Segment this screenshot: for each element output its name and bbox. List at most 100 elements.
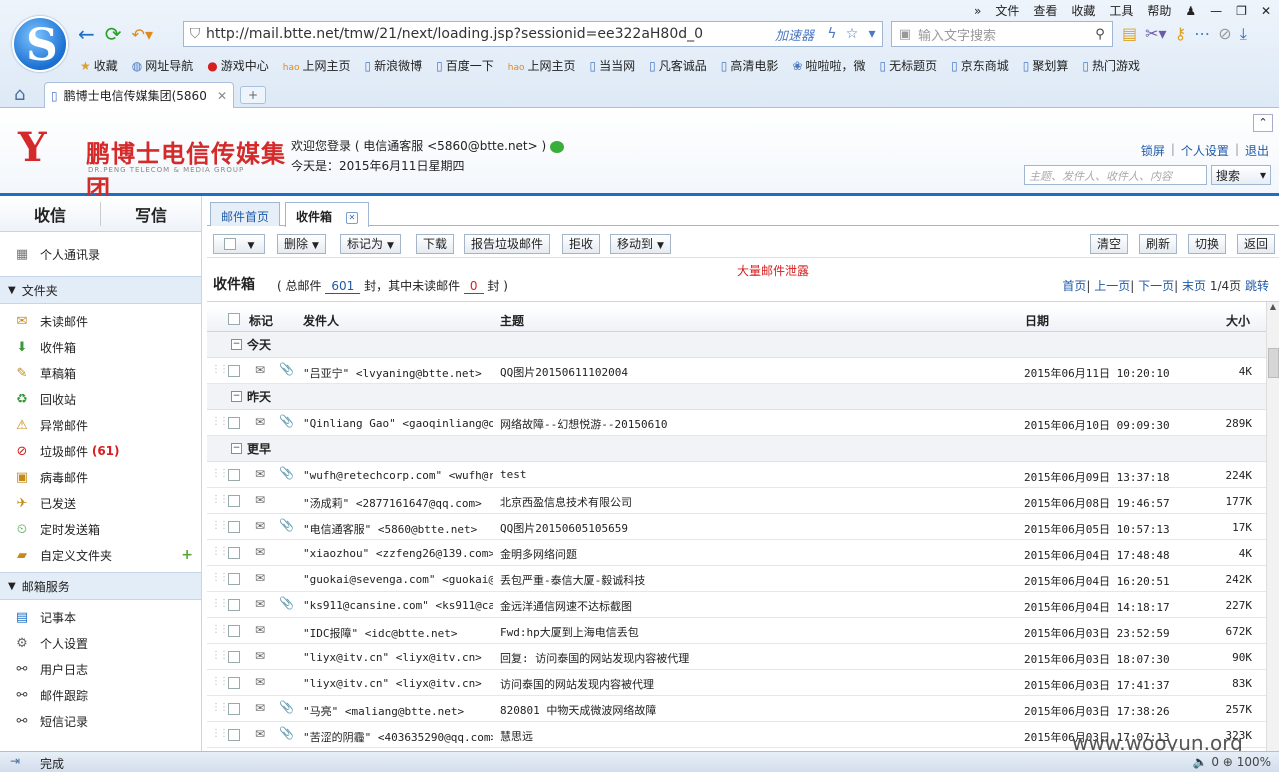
row-subject[interactable]: 回复: 访问泰国的网站发现内容被代理 — [500, 650, 1000, 666]
tab-mail-home[interactable]: 邮件首页 — [210, 202, 281, 226]
sidebar-item-notebook[interactable]: ▤ 记事本 — [0, 604, 201, 630]
chevron-down-icon[interactable]: ▾ — [1260, 168, 1266, 182]
table-row[interactable]: ⋮⋮ ✉ "汤成莉" <2877161647@qq.com> 北京西盈信息技术有限公司… — [207, 488, 1266, 514]
sidebar-item-settings[interactable]: ⚙ 个人设置 — [0, 630, 201, 656]
table-row[interactable]: ⋮⋮ ✉ "guokai@sevenga.com" <guokai@… 丢包严重-泰信… — [207, 566, 1266, 592]
group-header[interactable]: − 更早 — [207, 436, 1266, 462]
menu-tools[interactable]: 工具 — [1109, 2, 1133, 19]
collapse-icon[interactable]: − — [231, 339, 242, 350]
mail-search-button[interactable]: 搜索 ▾ — [1211, 165, 1271, 185]
browser-search-input[interactable]: 输入文字搜索 — [918, 25, 1088, 44]
address-bar[interactable]: ⛉ http://mail.btte.net/tmw/21/next/loadi… — [183, 21, 883, 47]
sidebar-item-trash[interactable]: ♻ 回收站 — [0, 386, 201, 412]
fav-item[interactable]: ▯ 百度一下 — [436, 57, 494, 74]
row-sender[interactable]: "liyx@itv.cn" <liyx@itv.cn> — [303, 651, 493, 664]
prev-page-link[interactable]: 上一页 — [1094, 279, 1130, 293]
fav-item[interactable]: ❀ 啦啦啦，微 — [792, 57, 865, 74]
sidebar-item-log[interactable]: ⚯ 用户日志 — [0, 656, 201, 682]
fav-item[interactable]: ▯ 京东商城 — [951, 57, 1009, 74]
row-sender[interactable]: "IDC报障" <idc@btte.net> — [303, 625, 493, 641]
folders-section-header[interactable]: ▼ 文件夹 — [0, 276, 201, 304]
menu-favorites[interactable]: 收藏 — [1071, 2, 1095, 19]
close-tab-icon[interactable]: ✕ — [346, 211, 359, 224]
row-checkbox[interactable] — [228, 729, 240, 741]
row-checkbox[interactable] — [228, 677, 240, 689]
url-text[interactable]: http://mail.btte.net/tmw/21/next/loading… — [206, 26, 775, 42]
mark-as-button[interactable]: 标记为 ▼ — [340, 234, 401, 254]
vertical-scrollbar[interactable]: ▲ — [1266, 302, 1279, 751]
table-row[interactable]: ⋮⋮ ✉ 📎 "wufh@retechcorp.com" <wufh@r… test 20… — [207, 462, 1266, 488]
group-header[interactable]: − 昨天 — [207, 384, 1266, 410]
fav-item[interactable]: ▯ 热门游戏 — [1082, 57, 1140, 74]
sidebar-item-scheduled[interactable]: ⏲ 定时发送箱 — [0, 516, 201, 542]
sidebar-item-virus[interactable]: ▣ 病毒邮件 — [0, 464, 201, 490]
row-subject[interactable]: Fwd:hp大厦到上海电信丢包 — [500, 624, 1000, 640]
scroll-up-icon[interactable]: ▲ — [1267, 302, 1279, 316]
drag-handle-icon[interactable]: ⋮⋮ — [211, 728, 229, 739]
fav-item[interactable]: hao 上网主页 — [508, 57, 576, 74]
switch-button[interactable]: 切换 — [1188, 234, 1227, 254]
dropdown-arrow-icon[interactable]: ▾ — [862, 26, 882, 42]
jump-link[interactable]: 跳转 — [1245, 279, 1269, 293]
menu-file[interactable]: 文件 — [995, 2, 1019, 19]
row-subject[interactable]: 慧思远 — [500, 728, 1000, 744]
row-sender[interactable]: "wufh@retechcorp.com" <wufh@r… — [303, 469, 493, 482]
more-icon[interactable]: ⋯ — [1194, 24, 1210, 44]
zoom-level[interactable]: 🔈 0 ⊕ 100% — [1193, 755, 1271, 769]
drag-handle-icon[interactable]: ⋮⋮ — [211, 468, 229, 479]
row-sender[interactable]: "马亮" <maliang@btte.net> — [303, 703, 493, 719]
drag-handle-icon[interactable]: ⋮⋮ — [211, 546, 229, 557]
search-icon[interactable]: ⚲ — [1088, 27, 1112, 42]
col-from[interactable]: 发件人 — [303, 312, 339, 329]
add-folder-icon[interactable]: + — [181, 547, 193, 563]
col-subject[interactable]: 主题 — [500, 312, 524, 329]
speaker-icon[interactable]: 🔈 — [1193, 755, 1208, 769]
drag-handle-icon[interactable]: ⋮⋮ — [211, 702, 229, 713]
fav-item[interactable]: ● 游戏中心 — [207, 57, 269, 74]
row-checkbox[interactable] — [228, 625, 240, 637]
sidebar-item-sms[interactable]: ⚯ 短信记录 — [0, 708, 201, 734]
home-icon[interactable]: ⌂ — [14, 84, 25, 105]
search-engine-icon[interactable]: ▣ — [892, 27, 918, 42]
row-sender[interactable]: "guokai@sevenga.com" <guokai@… — [303, 573, 493, 586]
close-tab-icon[interactable]: ✕ — [217, 89, 227, 103]
sidebar-item-exception[interactable]: ⚠ 异常邮件 — [0, 412, 201, 438]
reject-button[interactable]: 拒收 — [562, 234, 601, 254]
row-checkbox[interactable] — [228, 651, 240, 663]
refresh-button[interactable]: 刷新 — [1139, 234, 1178, 254]
lightning-icon[interactable]: ϟ — [822, 26, 842, 42]
settings-link[interactable]: 个人设置 — [1181, 142, 1229, 159]
row-subject[interactable]: 访问泰国的网站发现内容被代理 — [500, 676, 1000, 692]
row-sender[interactable]: "xiaozhou" <zzfeng26@139.com> — [303, 547, 493, 560]
col-size[interactable]: 大小 — [1226, 312, 1250, 329]
table-row[interactable]: ⋮⋮ ✉ "liyx@itv.cn" <liyx@itv.cn> 回复: 访问泰国的网… — [207, 644, 1266, 670]
drag-handle-icon[interactable]: ⋮⋮ — [211, 676, 229, 687]
close-window-icon[interactable]: ✕ — [1261, 4, 1271, 18]
fav-collect[interactable]: ★ 收藏 — [80, 57, 118, 74]
sidebar-item-custom-folder[interactable]: ▰ 自定义文件夹 + — [0, 542, 201, 568]
row-subject[interactable]: 网络故障--幻想悦游--20150610 — [500, 416, 1000, 432]
next-page-link[interactable]: 下一页 — [1138, 279, 1174, 293]
menu-view[interactable]: 查看 — [1033, 2, 1057, 19]
scissors-icon[interactable]: ✂▾ — [1145, 24, 1166, 44]
sidebar-item-spam[interactable]: ⊘ 垃圾邮件 (61) — [0, 438, 201, 464]
row-sender[interactable]: "ks911@cansine.com" <ks911@ca… — [303, 599, 493, 612]
clipboard-icon[interactable]: ▤ — [1122, 24, 1137, 44]
key-icon[interactable]: ⚷ — [1175, 24, 1187, 44]
table-row[interactable]: ⋮⋮ ✉ 📎 "马亮" <maliang@btte.net> 820801 中物天成微波… — [207, 696, 1266, 722]
fav-item[interactable]: hao 上网主页 — [283, 57, 351, 74]
back-arrow-icon[interactable]: ← — [78, 22, 95, 46]
row-subject[interactable]: QQ图片20150605105659 — [500, 520, 1000, 536]
drag-handle-icon[interactable]: ⋮⋮ — [211, 598, 229, 609]
select-all-dropdown[interactable]: ▼ — [213, 234, 265, 254]
sidebar-item-contacts[interactable]: ▦ 个人通讯录 — [0, 232, 201, 276]
drag-handle-icon[interactable]: ⋮⋮ — [211, 572, 229, 583]
row-subject[interactable]: 北京西盈信息技术有限公司 — [500, 494, 1000, 510]
row-sender[interactable]: "苦涩的阴霾" <403635290@qq.com> — [303, 729, 493, 745]
fav-item[interactable]: ▯ 当当网 — [590, 57, 636, 74]
tab-inbox[interactable]: 收件箱 ✕ — [285, 202, 370, 227]
group-header[interactable]: − 今天 — [207, 332, 1266, 358]
fav-item[interactable]: ▯ 高清电影 — [721, 57, 779, 74]
table-row[interactable]: ⋮⋮ ✉ 📎 "Qinliang Gao" <gaoqinliang@o… 网络故障--… — [207, 410, 1266, 436]
services-section-header[interactable]: ▼ 邮箱服务 — [0, 572, 201, 600]
